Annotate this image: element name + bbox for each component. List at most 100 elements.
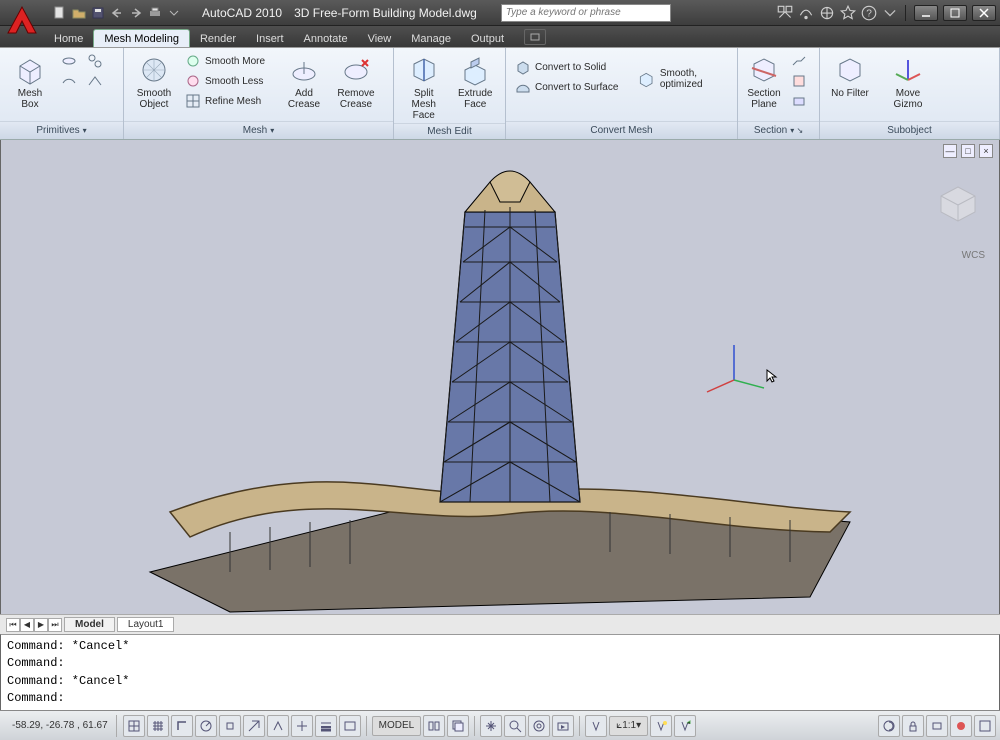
mesh-box-button[interactable]: Mesh Box [6, 52, 54, 112]
new-icon[interactable] [52, 5, 68, 21]
minimize-button[interactable] [914, 5, 938, 21]
viewcube[interactable] [931, 180, 985, 222]
annotation-scale-value[interactable]: ⟀ 1:1 ▾ [609, 716, 648, 736]
move-gizmo-button[interactable]: Move Gizmo [878, 52, 938, 112]
split-face-icon [408, 54, 440, 86]
panel-mesh-title[interactable]: Mesh▾ [124, 121, 393, 139]
lineweight-toggle[interactable] [315, 715, 337, 737]
panel-primitives-title[interactable]: Primitives▾ [0, 121, 123, 139]
smooth-less-button[interactable]: Smooth Less [182, 72, 276, 90]
close-button[interactable] [972, 5, 996, 21]
search-icon[interactable] [776, 4, 794, 22]
clean-screen-button[interactable] [974, 715, 996, 737]
qp-toggle[interactable] [339, 715, 361, 737]
ducs-toggle[interactable] [267, 715, 289, 737]
tab-insert[interactable]: Insert [246, 30, 294, 47]
help-icon[interactable]: ? [860, 4, 878, 22]
layout-tab-layout1[interactable]: Layout1 [117, 617, 175, 632]
split-mesh-face-button[interactable]: Split Mesh Face [400, 52, 448, 123]
tab-next-icon[interactable]: ▶ [34, 618, 48, 632]
otrack-toggle[interactable] [243, 715, 265, 737]
section-plane-button[interactable]: Section Plane [744, 52, 784, 112]
pan-button[interactable] [480, 715, 502, 737]
remove-crease-icon [340, 54, 372, 86]
steering-wheel-button[interactable] [528, 715, 550, 737]
tab-output[interactable]: Output [461, 30, 514, 47]
save-icon[interactable] [90, 5, 106, 21]
communication-icon[interactable] [818, 4, 836, 22]
tab-manage[interactable]: Manage [401, 30, 461, 47]
snap-toggle[interactable] [123, 715, 145, 737]
remove-crease-button[interactable]: Remove Crease [332, 52, 380, 112]
osnap-toggle[interactable] [219, 715, 241, 737]
tab-prev-icon[interactable]: ◀ [20, 618, 34, 632]
isolate-objects-button[interactable] [950, 715, 972, 737]
vp-close-icon[interactable]: × [979, 144, 993, 158]
tab-mesh-modeling[interactable]: Mesh Modeling [93, 29, 190, 47]
refine-mesh-button[interactable]: Refine Mesh [182, 92, 276, 110]
add-crease-button[interactable]: Add Crease [280, 52, 328, 112]
infocenter-search[interactable] [501, 4, 671, 22]
smooth-optimized-button[interactable]: Smooth, optimized [635, 52, 731, 92]
primitive-surface-button[interactable] [58, 72, 80, 90]
edge-icon [87, 73, 103, 89]
tab-render[interactable]: Render [190, 30, 246, 47]
tab-first-icon[interactable]: ⏮ [6, 618, 20, 632]
smooth-object-button[interactable]: Smooth Object [130, 52, 178, 112]
annotation-autoscale-button[interactable] [674, 715, 696, 737]
no-filter-button[interactable]: No Filter [826, 52, 874, 101]
app-menu-button[interactable] [4, 3, 40, 39]
live-section-button[interactable] [788, 72, 810, 90]
tab-overflow-button[interactable] [524, 29, 546, 45]
section-jog-button[interactable] [788, 52, 810, 70]
model-space-badge[interactable]: MODEL [372, 716, 422, 736]
primitive-revolved-button[interactable] [58, 52, 80, 70]
qat-dropdown-icon[interactable] [166, 5, 182, 21]
command-window[interactable]: Command: *Cancel* Command: Command: *Can… [0, 634, 1000, 710]
hardware-accel-button[interactable] [926, 715, 948, 737]
maximize-button[interactable] [943, 5, 967, 21]
tab-last-icon[interactable]: ⏭ [48, 618, 62, 632]
panel-section-title[interactable]: Section▾ ↘ [738, 121, 819, 139]
command-input-line[interactable]: Command: [7, 690, 993, 707]
extrude-face-button[interactable]: Extrude Face [452, 52, 500, 112]
dyn-toggle[interactable] [291, 715, 313, 737]
annotation-scale-icon[interactable] [585, 715, 607, 737]
ortho-toggle[interactable] [171, 715, 193, 737]
workspace-switching-button[interactable] [878, 715, 900, 737]
quick-access-toolbar [52, 5, 182, 21]
mesh-box-icon [14, 54, 46, 86]
layout-tab-nav: ⏮ ◀ ▶ ⏭ [6, 618, 62, 632]
quickview-layouts-button[interactable] [423, 715, 445, 737]
open-icon[interactable] [71, 5, 87, 21]
tab-home[interactable]: Home [44, 30, 93, 47]
zoom-button[interactable] [504, 715, 526, 737]
undo-icon[interactable] [109, 5, 125, 21]
help-dropdown-icon[interactable] [881, 4, 899, 22]
redo-icon[interactable] [128, 5, 144, 21]
search-input[interactable] [506, 7, 666, 18]
infocenter-tools: ? [776, 4, 1000, 22]
favorites-icon[interactable] [839, 4, 857, 22]
layout-tab-model[interactable]: Model [64, 617, 115, 632]
section-block-button[interactable] [788, 92, 810, 110]
vp-maximize-icon[interactable]: □ [961, 144, 975, 158]
tab-annotate[interactable]: Annotate [294, 30, 358, 47]
toolbar-lock-button[interactable] [902, 715, 924, 737]
grid-toggle[interactable] [147, 715, 169, 737]
primitive-edge-button[interactable] [84, 72, 106, 90]
drawing-viewport[interactable]: — □ × WCS [0, 140, 1000, 614]
showmotion-button[interactable] [552, 715, 574, 737]
quickview-drawings-button[interactable] [447, 715, 469, 737]
convert-to-solid-button[interactable]: Convert to Solid [512, 58, 631, 76]
convert-to-surface-button[interactable]: Convert to Surface [512, 78, 631, 96]
polar-toggle[interactable] [195, 715, 217, 737]
print-icon[interactable] [147, 5, 163, 21]
smooth-object-label: Smooth Object [137, 88, 171, 110]
annotation-visibility-button[interactable] [650, 715, 672, 737]
vp-minimize-icon[interactable]: — [943, 144, 957, 158]
subscription-icon[interactable] [797, 4, 815, 22]
primitive-ruled-button[interactable] [84, 52, 106, 70]
tab-view[interactable]: View [358, 30, 402, 47]
smooth-more-button[interactable]: Smooth More [182, 52, 276, 70]
